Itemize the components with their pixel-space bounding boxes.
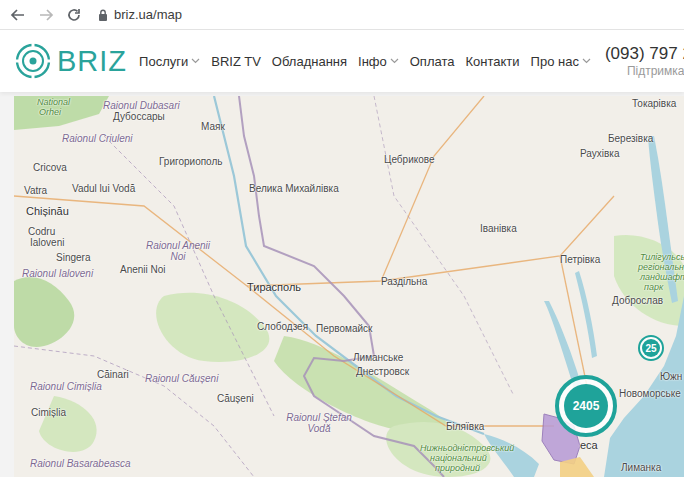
place-label: Vadul lui Vodă xyxy=(72,183,135,194)
place-label: Cricova xyxy=(33,162,67,173)
place-label: Raionul Căușeni xyxy=(145,373,218,384)
place-label: еса xyxy=(580,439,598,451)
place-label: Нижньодністровський xyxy=(420,443,514,453)
forward-arrow-icon[interactable] xyxy=(38,7,54,23)
place-label: регіональни xyxy=(638,262,684,272)
place-label: Іванівка xyxy=(480,223,517,234)
place-label: Singera xyxy=(56,252,90,263)
place-label: Раздільна xyxy=(381,276,427,287)
url-text: briz.ua/map xyxy=(114,7,182,22)
place-label: Raionul Ștefan Vodă xyxy=(283,412,355,434)
nav-item[interactable]: Послуги xyxy=(139,50,200,73)
place-label: Anenii Noi xyxy=(120,264,166,275)
browser-window: briz.ua/map BRIZ Послуги BRIZ TV Обладнання І… xyxy=(0,0,684,477)
briz-logo-icon xyxy=(14,42,52,80)
nav-item[interactable]: Інфо xyxy=(358,50,399,73)
nav-item[interactable]: Обладнання xyxy=(272,50,347,73)
map[interactable]: NationalOrhei Raionul DubasariДубоссары Ма… xyxy=(14,96,684,477)
contact-block: (093) 797 25Підтримка 24 xyxy=(605,44,684,79)
place-label: Токарівка xyxy=(632,98,676,109)
marker-cluster[interactable]: 25 xyxy=(638,335,664,361)
place-label: National xyxy=(37,97,70,107)
place-label: Біляївка xyxy=(446,421,484,432)
place-label: Chișinău xyxy=(26,205,69,217)
map-section: NationalOrhei Raionul DubasariДубоссары Ма… xyxy=(0,92,684,477)
nav-item[interactable]: Оплата xyxy=(410,50,455,73)
place-label: Raionul Anenii Noi xyxy=(140,240,216,262)
back-arrow-icon[interactable] xyxy=(10,7,26,23)
place-label: Raionul Dubasari xyxy=(103,100,180,111)
site-header: BRIZ Послуги BRIZ TV Обладнання Інфо Оплата Ко… xyxy=(0,30,684,92)
place-label: Raionul Ialoveni xyxy=(22,268,93,279)
place-label: Лиманське xyxy=(353,352,403,363)
place-label: Новоморське xyxy=(619,388,681,399)
main-nav: Послуги BRIZ TV Обладнання Інфо Оплата Контак… xyxy=(139,50,591,73)
place-label: Raionul Cimișlia xyxy=(30,381,102,392)
place-label: Маяк xyxy=(201,121,225,132)
place-label: національний xyxy=(430,453,487,463)
place-label: парк xyxy=(644,282,663,292)
address-bar[interactable]: briz.ua/map xyxy=(98,7,182,22)
place-label: Днестровск xyxy=(356,366,409,377)
place-label: Vatra xyxy=(24,185,47,196)
place-label: Первомайск xyxy=(316,323,372,334)
place-label: Лиманка xyxy=(621,462,661,473)
place-label: Cimișlia xyxy=(31,407,66,418)
marker-cluster[interactable]: 2405 xyxy=(555,375,617,437)
nav-item[interactable]: Про нас xyxy=(531,50,591,73)
place-label: Ialoveni xyxy=(30,237,64,248)
place-label: Căinari xyxy=(97,369,129,380)
browser-toolbar: briz.ua/map xyxy=(0,0,684,30)
place-label: Цебрикове xyxy=(384,154,435,165)
place-label: Orhei xyxy=(39,107,61,117)
nav-item[interactable]: Контакти xyxy=(465,50,519,73)
place-label: Тилігульськ xyxy=(640,252,684,262)
place-label: Березівка xyxy=(608,133,653,144)
place-label: Raionul Criuleni xyxy=(62,133,133,144)
phone-number[interactable]: (093) 797 25 xyxy=(605,44,684,64)
place-label: Григориополь xyxy=(159,156,223,167)
place-label: Тирасполь xyxy=(247,281,301,293)
lock-icon xyxy=(98,9,108,21)
place-label: природний xyxy=(435,463,480,473)
place-label: Слободзея xyxy=(257,321,308,332)
place-label: Доброслав xyxy=(612,295,663,306)
place-label: Раухівка xyxy=(580,148,619,159)
chevron-down-icon xyxy=(390,58,399,64)
place-label: Велика Михайлівка xyxy=(249,183,339,194)
place-label: Raionul Basarabeasca xyxy=(30,458,131,469)
place-label: Дубоссары xyxy=(113,111,165,122)
support-caption: Підтримка 24 xyxy=(605,64,684,79)
chevron-down-icon xyxy=(191,58,200,64)
nav-item[interactable]: BRIZ TV xyxy=(211,50,261,73)
logo[interactable]: BRIZ xyxy=(14,42,127,80)
place-label: Петрівка xyxy=(560,254,600,265)
reload-icon[interactable] xyxy=(66,7,82,23)
chevron-down-icon xyxy=(582,58,591,64)
place-label: Căușeni xyxy=(217,393,254,404)
logo-text: BRIZ xyxy=(57,45,127,78)
place-label: Южн xyxy=(660,371,682,382)
place-label: ландшафтни xyxy=(640,272,684,282)
place-label: Codru xyxy=(28,226,55,237)
